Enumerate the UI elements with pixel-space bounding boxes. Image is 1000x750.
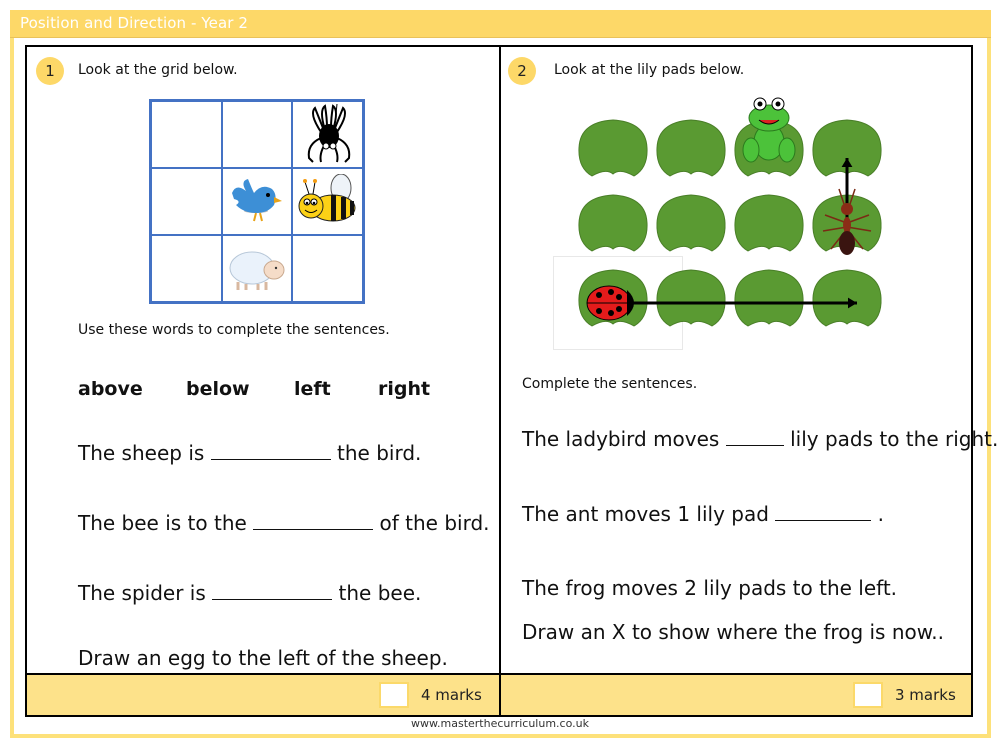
lily-pad[interactable] (656, 119, 726, 177)
grid-cell[interactable] (221, 101, 293, 168)
word-bank-instruction: Use these words to complete the sentence… (78, 322, 390, 338)
title-bar: Position and Direction - Year 2 (10, 10, 991, 38)
column-divider (499, 47, 501, 715)
question-2-badge: 2 (508, 57, 536, 85)
answer-blank[interactable] (775, 505, 872, 521)
grid-cell[interactable] (151, 101, 222, 168)
q1-final-instruction: Draw an egg to the left of the sheep. (78, 646, 448, 670)
lily-pad[interactable] (656, 269, 726, 327)
grid-cell[interactable] (151, 168, 222, 235)
word-right: right (378, 378, 431, 400)
q1-marks-input[interactable] (379, 682, 409, 708)
grid-cell[interactable] (151, 235, 222, 302)
site-url: www.masterthecurriculum.co.uk (411, 717, 589, 730)
marks-band: 4 marks 3 marks (27, 673, 971, 715)
q2-marks-label: 3 marks (895, 686, 956, 704)
position-grid (149, 99, 365, 304)
sheep-icon (229, 251, 285, 290)
sentence-text: The spider is (78, 581, 206, 605)
answer-blank[interactable] (253, 514, 374, 530)
lily-pad[interactable] (734, 194, 804, 252)
page-title: Position and Direction - Year 2 (20, 14, 249, 32)
q1-marks: 4 marks (379, 682, 482, 708)
sentence-text: the bird. (337, 441, 422, 465)
q1-sentence-2: The bee is to the of the bird. (78, 511, 490, 535)
lily-pad[interactable] (656, 194, 726, 252)
q1-sentence-1: The sheep is the bird. (78, 441, 421, 465)
answer-blank[interactable] (212, 584, 333, 600)
spider-icon (307, 103, 350, 163)
grid-cell-bee[interactable] (292, 168, 363, 235)
grid-cell-spider[interactable] (292, 101, 363, 168)
q1-sentence-3: The spider is the bee. (78, 581, 421, 605)
q2-final-instruction: Draw an X to show where the frog is now.… (522, 620, 944, 644)
lily-pad[interactable] (578, 194, 648, 252)
sentence-text: . (877, 502, 884, 526)
sentence-text: The ladybird moves (522, 427, 720, 451)
answer-blank[interactable] (725, 430, 784, 446)
q2-sentence-2: The ant moves 1 lily pad . (522, 502, 884, 526)
q1-instruction: Look at the grid below. (78, 62, 238, 78)
grid-cell-sheep[interactable] (221, 235, 293, 302)
q1-marks-label: 4 marks (421, 686, 482, 704)
bird-icon (231, 178, 282, 221)
grid-cell[interactable] (292, 235, 363, 302)
sentence-text: of the bird. (379, 511, 490, 535)
q2-marks: 3 marks (853, 682, 956, 708)
answer-blank[interactable] (210, 444, 331, 460)
sentence-text: The ant moves 1 lily pad (522, 502, 769, 526)
q2-sentence-1: The ladybird moves lily pads to the righ… (522, 427, 998, 451)
word-above: above (78, 378, 143, 400)
lily-pad[interactable] (578, 119, 648, 177)
marks-divider (499, 675, 501, 715)
q2-instruction: Look at the lily pads below. (554, 62, 745, 78)
sentence-text: lily pads to the right. (790, 427, 999, 451)
word-below: below (186, 378, 250, 400)
lily-pad[interactable] (734, 269, 804, 327)
sentence-text: The bee is to the (78, 511, 247, 535)
frog-statement: The frog moves 2 lily pads to the left. (522, 576, 898, 600)
complete-instruction: Complete the sentences. (522, 376, 698, 392)
word-left: left (294, 378, 331, 400)
question-1-badge: 1 (36, 57, 64, 85)
bee-icon (298, 173, 356, 221)
lily-pad-svg (578, 97, 882, 327)
lily-pad-grid (553, 90, 893, 350)
sentence-text: the bee. (338, 581, 422, 605)
lily-pad[interactable] (812, 269, 882, 327)
q2-marks-input[interactable] (853, 682, 883, 708)
grid-cell-bird[interactable] (221, 168, 293, 235)
sentence-text: The sheep is (78, 441, 205, 465)
